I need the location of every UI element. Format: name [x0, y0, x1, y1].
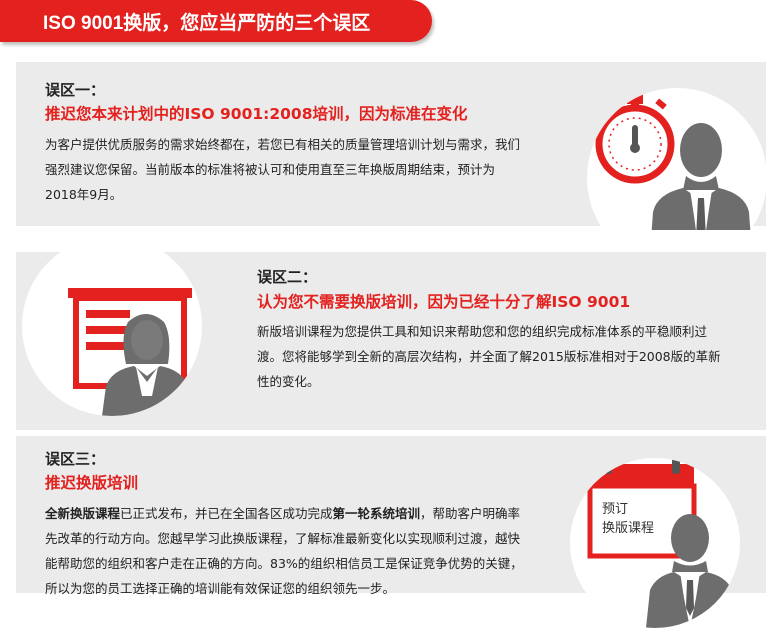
presentation-board-illustration	[22, 236, 202, 416]
myth-3-heading: 推迟换版培训	[45, 474, 139, 492]
calendar-businessman-illustration: 预订 换版课程	[570, 458, 740, 628]
businessman-icon	[646, 514, 736, 628]
myth-2-line-2: 渡。您将能够学到全新的高层次结构，并全面了解2015版标准相对于2008版的革新	[257, 349, 721, 364]
myth-2-line-3: 性的变化。	[257, 374, 320, 389]
myth-2-paragraph: 新版培训课程为您提供工具和知识来帮助您和您的组织完成标准体系的平稳顺利过 渡。您…	[257, 319, 766, 394]
title-banner: ISO 9001换版，您应当严防的三个误区	[0, 0, 432, 42]
section-myth-3: 误区三： 推迟换版培训 全新换版课程已正式发布，并已在全国各区成功完成第一轮系统…	[16, 436, 766, 628]
myth-3-line-3: 能帮助您的组织和客户走在正确的方向。83%的组织相信员工是保证竞争优势的关键，	[45, 556, 523, 571]
myth-2-line-1: 新版培训课程为您提供工具和知识来帮助您和您的组织完成标准体系的平稳顺利过	[257, 324, 708, 339]
myth-1-label: 误区一：	[45, 81, 106, 99]
myth-3-line-1-text-b: ，帮助客户明确率	[420, 506, 521, 521]
myth-3-label: 误区三：	[45, 450, 106, 468]
new-course-emphasis: 全新换版课程	[45, 506, 121, 521]
myth-3-line-1: 全新换版课程已正式发布，并已在全国各区成功完成第一轮系统培训，帮助客户明确率	[45, 501, 565, 526]
myth-2-heading: 认为您不需要换版培训，因为已经十分了解ISO 9001	[257, 293, 631, 311]
myth-2-label: 误区二：	[257, 268, 318, 286]
myth-1-line-1: 为客户提供优质服务的需求始终都在，若您已有相关的质量管理培训计划与需求，我们	[45, 137, 521, 152]
myth-3-line-2: 先改革的行动方向。您越早学习此换版课程，了解标准最新变化以实现顺利过渡，越快	[45, 531, 521, 546]
businesswoman-icon	[102, 314, 192, 416]
section-myth-1: 误区一： 推迟您本来计划中的ISO 9001:2008培训，因为标准在变化 为客…	[16, 62, 766, 268]
myth-1-line-3: 2018年9月。	[45, 187, 123, 202]
myth-1-paragraph: 为客户提供优质服务的需求始终都在，若您已有相关的质量管理培训计划与需求，我们 强…	[45, 132, 565, 207]
banner-title: ISO 9001换版，您应当严防的三个误区	[43, 13, 371, 34]
myth-1-heading: 推迟您本来计划中的ISO 9001:2008培训，因为标准在变化	[45, 105, 468, 123]
myth-3-line-4: 所以为您的员工选择正确的培训能有效保证您的组织领先一步。	[45, 581, 396, 596]
myth-3-paragraph: 全新换版课程已正式发布，并已在全国各区成功完成第一轮系统培训，帮助客户明确率 先…	[45, 501, 565, 601]
myth-1-line-2: 强烈建议您保留。当前版本的标准将被认可和使用直至三年换版周期结束，预计为	[45, 162, 496, 177]
section-myth-2: 误区二： 认为您不需要换版培训，因为已经十分了解ISO 9001 新版培训课程为…	[16, 230, 766, 433]
first-round-emphasis: 第一轮系统培训	[332, 506, 421, 521]
myth-3-line-1-text-a: 已正式发布，并已在全国各区成功完成	[120, 506, 333, 521]
